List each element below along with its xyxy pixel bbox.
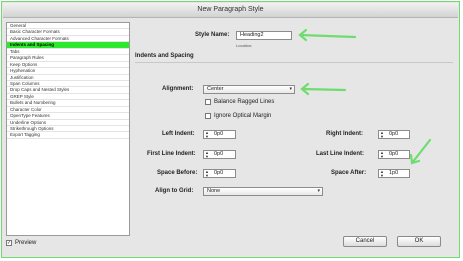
green-arrow-icon bbox=[409, 138, 432, 165]
green-arrow-icon bbox=[298, 28, 357, 42]
green-arrow-icon bbox=[300, 82, 347, 96]
annotation-arrows bbox=[298, 28, 432, 165]
